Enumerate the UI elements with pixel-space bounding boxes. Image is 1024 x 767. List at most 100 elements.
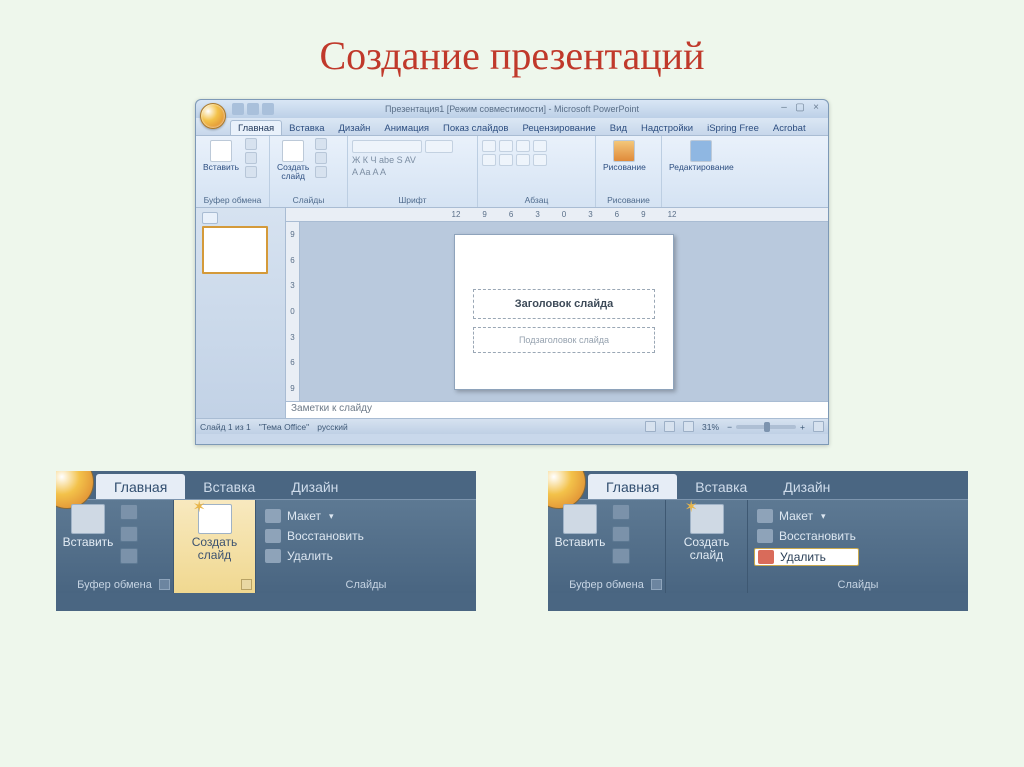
zoom-in-icon[interactable]: + bbox=[800, 422, 805, 432]
drawing-button[interactable]: Рисование bbox=[600, 138, 649, 174]
group-slides-label: Слайды bbox=[262, 579, 470, 591]
tab-insert[interactable]: Вставка bbox=[282, 121, 331, 135]
delete-icon bbox=[265, 549, 281, 563]
copy-icon[interactable] bbox=[612, 526, 630, 542]
page-title: Создание презентаций bbox=[0, 0, 1024, 99]
align-left-icon[interactable] bbox=[482, 154, 496, 166]
copy-icon[interactable] bbox=[120, 526, 138, 542]
format-painter-icon[interactable] bbox=[120, 548, 138, 564]
notes-pane[interactable]: Заметки к слайду bbox=[286, 401, 828, 418]
layout-icon[interactable] bbox=[315, 138, 327, 150]
cut-icon[interactable] bbox=[245, 138, 257, 150]
zoom-slider[interactable]: − + bbox=[727, 422, 805, 432]
tab-slideshow[interactable]: Показ слайдов bbox=[436, 121, 515, 135]
paste-button[interactable]: Вставить bbox=[200, 138, 242, 174]
reset-button[interactable]: Восстановить bbox=[262, 528, 367, 544]
save-icon[interactable] bbox=[232, 103, 244, 115]
tab-design[interactable]: Дизайн bbox=[331, 121, 377, 135]
new-slide-button[interactable]: Создать слайд bbox=[681, 504, 733, 562]
chevron-down-icon: ▾ bbox=[329, 511, 334, 522]
group-slides-label: Слайды bbox=[754, 579, 962, 591]
minimize-icon[interactable]: – bbox=[778, 102, 790, 113]
font-size-combo[interactable] bbox=[425, 140, 453, 153]
tab-addins[interactable]: Надстройки bbox=[634, 121, 700, 135]
slide-canvas[interactable]: Заголовок слайда Подзаголовок слайда bbox=[300, 222, 828, 401]
tab-ispring[interactable]: iSpring Free bbox=[700, 121, 766, 135]
tab-view[interactable]: Вид bbox=[603, 121, 634, 135]
align-right-icon[interactable] bbox=[516, 154, 530, 166]
reset-button[interactable]: Восстановить bbox=[754, 528, 859, 544]
reset-icon[interactable] bbox=[315, 152, 327, 164]
copy-icon[interactable] bbox=[245, 152, 257, 164]
reset-label: Восстановить bbox=[287, 529, 364, 543]
delete-button[interactable]: Удалить bbox=[262, 548, 367, 564]
layout-button[interactable]: Макет ▾ bbox=[262, 508, 367, 524]
tab-acrobat[interactable]: Acrobat bbox=[766, 121, 813, 135]
new-slide-button[interactable]: Создать слайд bbox=[274, 138, 312, 184]
quick-access-toolbar[interactable] bbox=[232, 103, 274, 115]
tab-home[interactable]: Главная bbox=[588, 474, 677, 499]
numbering-icon[interactable] bbox=[499, 140, 513, 152]
dialog-launcher-icon[interactable] bbox=[651, 579, 662, 590]
slide-thumbnail-1[interactable] bbox=[202, 226, 268, 274]
delete-button-hover[interactable]: Удалить bbox=[754, 548, 859, 566]
indent-inc-icon[interactable] bbox=[533, 140, 547, 152]
undo-icon[interactable] bbox=[247, 103, 259, 115]
cut-icon[interactable] bbox=[612, 504, 630, 520]
new-slide-button[interactable]: Создать слайд bbox=[189, 504, 241, 562]
vertical-ruler: 9 6 3 0 3 6 9 bbox=[286, 222, 300, 401]
format-painter-icon[interactable] bbox=[612, 548, 630, 564]
close-icon[interactable]: × bbox=[810, 102, 822, 113]
tab-insert[interactable]: Вставка bbox=[185, 474, 273, 499]
drawing-icon bbox=[613, 140, 635, 162]
tab-home[interactable]: Главная bbox=[230, 120, 282, 135]
cut-icon[interactable] bbox=[120, 504, 138, 520]
redo-icon[interactable] bbox=[262, 103, 274, 115]
fit-window-icon[interactable] bbox=[813, 421, 824, 432]
align-center-icon[interactable] bbox=[499, 154, 513, 166]
tab-design[interactable]: Дизайн bbox=[765, 474, 848, 499]
view-sorter-icon[interactable] bbox=[664, 421, 675, 432]
slide[interactable]: Заголовок слайда Подзаголовок слайда bbox=[454, 234, 674, 390]
view-slideshow-icon[interactable] bbox=[683, 421, 694, 432]
tab-insert[interactable]: Вставка bbox=[677, 474, 765, 499]
font-family-combo[interactable] bbox=[352, 140, 422, 153]
format-painter-icon[interactable] bbox=[245, 166, 257, 178]
group-clipboard: Вставить Буфер обмена bbox=[56, 500, 174, 593]
office-button[interactable] bbox=[200, 103, 226, 129]
delete-icon[interactable] bbox=[315, 166, 327, 178]
new-slide-label: Создать слайд bbox=[684, 536, 730, 562]
group-slides-label: Слайды bbox=[274, 194, 343, 205]
view-normal-icon[interactable] bbox=[645, 421, 656, 432]
delete-label: Удалить bbox=[287, 549, 333, 563]
group-clipboard: Вставить Буфер обмена bbox=[548, 500, 666, 593]
paste-icon bbox=[71, 504, 105, 534]
zoom-track[interactable] bbox=[736, 425, 796, 429]
title-placeholder[interactable]: Заголовок слайда bbox=[473, 289, 655, 319]
group-slides: Макет ▾ Восстановить Удалить Слайды bbox=[256, 500, 476, 593]
align-justify-icon[interactable] bbox=[533, 154, 547, 166]
layout-button[interactable]: Макет▾ bbox=[754, 508, 859, 524]
bullets-icon[interactable] bbox=[482, 140, 496, 152]
slide-thumbnails-pane[interactable] bbox=[196, 208, 286, 418]
paste-button[interactable]: Вставить bbox=[62, 504, 114, 549]
dropdown-icon[interactable] bbox=[241, 579, 252, 590]
tab-animation[interactable]: Анимация bbox=[377, 121, 436, 135]
tab-design[interactable]: Дизайн bbox=[273, 474, 356, 499]
layout-label: Макет bbox=[287, 509, 321, 523]
tab-review[interactable]: Рецензирование bbox=[515, 121, 602, 135]
group-new-slide-highlight: Создать слайд bbox=[174, 500, 256, 593]
dialog-launcher-icon[interactable] bbox=[159, 579, 170, 590]
indent-dec-icon[interactable] bbox=[516, 140, 530, 152]
status-language: русский bbox=[317, 422, 348, 432]
status-theme: "Тема Office" bbox=[259, 422, 309, 432]
paste-button[interactable]: Вставить bbox=[554, 504, 606, 549]
tab-home[interactable]: Главная bbox=[96, 474, 185, 499]
new-slide-label: Создать слайд bbox=[192, 536, 238, 562]
editing-button[interactable]: Редактирование bbox=[666, 138, 737, 174]
subtitle-placeholder[interactable]: Подзаголовок слайда bbox=[473, 327, 655, 353]
restore-icon[interactable]: ▢ bbox=[794, 102, 806, 113]
zoom-out-icon[interactable]: − bbox=[727, 422, 732, 432]
group-clipboard-label: Буфер обмена bbox=[554, 579, 659, 591]
workspace: 12 9 6 3 0 3 6 9 12 9 6 3 0 3 6 9 bbox=[196, 208, 828, 418]
